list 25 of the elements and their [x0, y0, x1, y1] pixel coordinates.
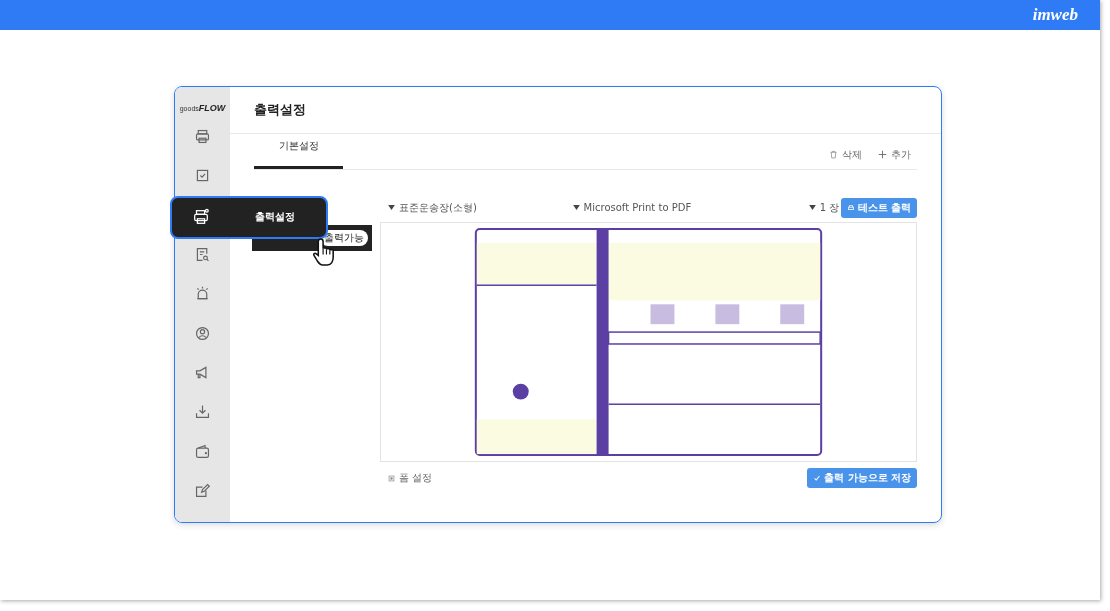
add-button[interactable]: 추가: [878, 147, 911, 162]
caret-icon: [572, 205, 580, 210]
status-badge: 출력가능: [320, 230, 368, 246]
user-icon[interactable]: [194, 324, 211, 342]
document-search-icon[interactable]: [194, 246, 211, 264]
delete-button[interactable]: 삭제: [829, 147, 862, 162]
trash-icon: [829, 150, 838, 159]
printer-icon[interactable]: [192, 208, 210, 227]
printer-icon: [846, 203, 855, 212]
copies-dropdown[interactable]: 1 장: [800, 200, 841, 215]
edit-icon[interactable]: [194, 481, 211, 499]
plus-icon: [878, 150, 887, 159]
tooltip-label: 출력설정: [255, 210, 295, 225]
wallet-icon[interactable]: [194, 442, 211, 460]
download-icon[interactable]: [194, 403, 211, 421]
printer-dropdown[interactable]: Microsoft Print to PDF: [564, 202, 801, 213]
form-settings-button[interactable]: 폼 설정: [380, 471, 433, 485]
tab[interactable]: 기본설정: [254, 134, 343, 169]
form-dropdown[interactable]: 표준운송장(소형): [380, 200, 565, 215]
caret-icon: [808, 205, 816, 210]
brand-logo[interactable]: imweb: [1032, 5, 1078, 25]
page-title: 출력설정: [254, 101, 306, 119]
caret-icon: [388, 205, 395, 210]
check-icon: [813, 474, 822, 482]
square-icon: [388, 474, 395, 482]
